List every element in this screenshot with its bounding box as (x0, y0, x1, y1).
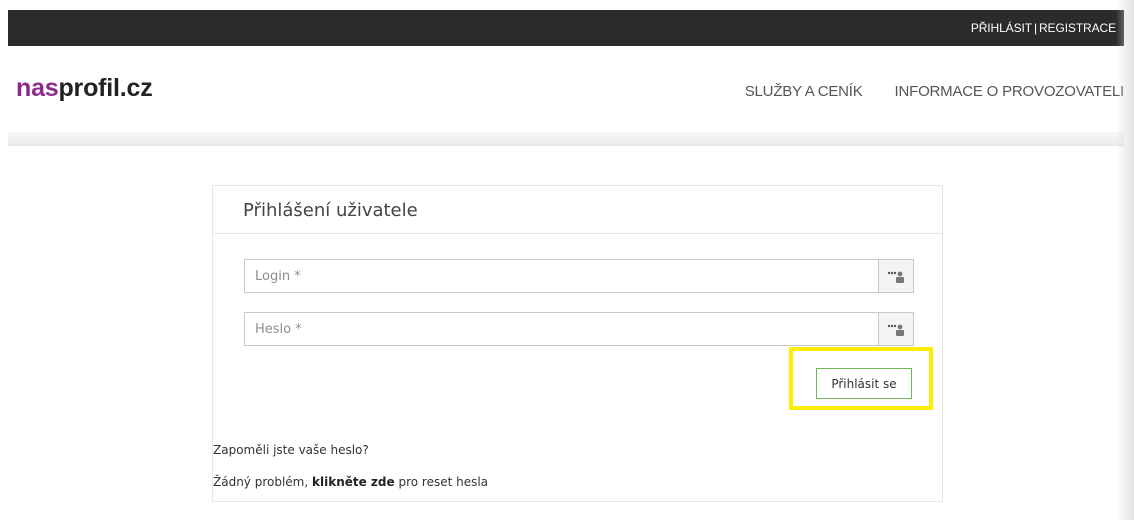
page: PŘIHLÁSIT | REGISTRACE nasprofil.cz SLUŽBY… (0, 0, 1134, 520)
login-field (244, 259, 914, 293)
nav-services-pricing[interactable]: SLUŽBY A CENÍK (745, 83, 863, 100)
main-navigation: SLUŽBY A CENÍK INFORMACE O PROVOZOVATELI (745, 83, 1124, 100)
login-input[interactable] (245, 260, 879, 292)
login-card-header: Přihlášení uživatele (213, 186, 942, 234)
top-bar: PŘIHLÁSIT | REGISTRACE (8, 10, 1124, 46)
login-link[interactable]: PŘIHLÁSIT (971, 21, 1032, 35)
login-title: Přihlášení uživatele (243, 200, 418, 221)
logo-part-nas: nas (16, 74, 59, 102)
logo-part-profil: profil.cz (58, 74, 153, 102)
reset-password-link[interactable]: klikněte zde (312, 475, 395, 489)
reset-text-prefix: Žádný problém, (213, 475, 312, 489)
header-divider (8, 132, 1124, 146)
password-reset-text: Žádný problém, klikněte zde pro reset he… (213, 475, 488, 489)
site-logo[interactable]: nasprofil.cz (16, 73, 153, 103)
account-separator: | (1033, 21, 1037, 35)
register-link[interactable]: REGISTRACE (1039, 21, 1116, 35)
login-submit-button[interactable]: Přihlásit se (816, 368, 912, 399)
account-links: PŘIHLÁSIT | REGISTRACE (971, 21, 1116, 35)
password-input[interactable] (245, 313, 879, 345)
reset-text-suffix: pro reset hesla (394, 475, 489, 489)
password-field (244, 312, 914, 346)
forgot-password-title: Zapoměli jste vaše heslo? (213, 443, 369, 457)
site-header: nasprofil.cz SLUŽBY A CENÍK INFORMACE O … (8, 46, 1124, 132)
password-password-manager-icon[interactable] (878, 313, 913, 345)
nav-operator-info[interactable]: INFORMACE O PROVOZOVATELI (895, 83, 1125, 100)
login-card: Přihlášení uživatele Login * Přihlásit s… (212, 185, 943, 502)
login-password-manager-icon[interactable] (878, 260, 913, 292)
